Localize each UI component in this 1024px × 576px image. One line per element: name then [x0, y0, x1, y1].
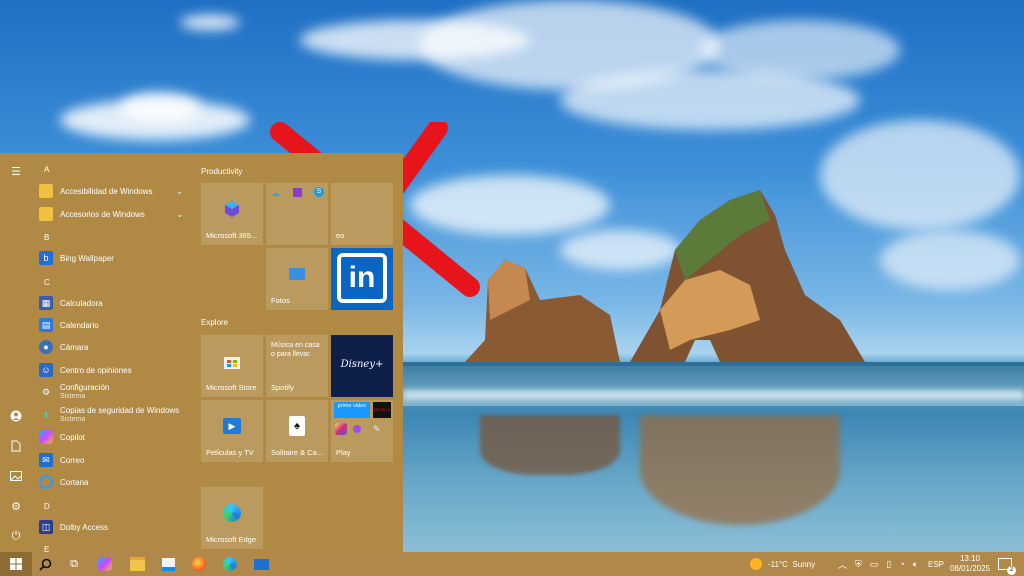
app-calculadora[interactable]: ▦ Calculadora	[39, 293, 189, 313]
app-accesibilidad[interactable]: Accesibilidad de Windows ⌄	[39, 181, 189, 201]
folder-icon	[39, 207, 53, 221]
mail-taskbar-icon[interactable]	[252, 555, 270, 573]
tile-solitaire[interactable]: ♠ Solitaire & Ca...	[266, 400, 328, 462]
copilot-taskbar-icon[interactable]	[96, 555, 114, 573]
tile-spotify[interactable]: Música en casa o para llevar. Spotify	[266, 335, 328, 397]
start-menu: ☰ ⚙ ⏻ A Accesibilidad de Windows ⌄ Acces…	[0, 153, 403, 552]
photos-icon	[289, 268, 305, 281]
chevron-down-icon[interactable]: ⌄	[176, 187, 183, 196]
bing-icon: b	[39, 251, 53, 265]
letter-header-b[interactable]: B	[44, 233, 49, 242]
tile-group-explore[interactable]: Explore	[201, 318, 228, 327]
task-view-icon[interactable]: ⧉	[65, 555, 83, 573]
feedback-icon: ☺	[39, 363, 53, 377]
tile-play[interactable]: prime video NETFLIX ✎ Play	[331, 400, 393, 462]
tile-office-apps[interactable]: ☁ S	[266, 183, 328, 245]
search-icon[interactable]	[36, 555, 54, 573]
app-correo[interactable]: ✉ Correo	[39, 450, 189, 470]
onedrive-icon: ☁	[271, 188, 280, 198]
start-button[interactable]	[0, 552, 32, 576]
start-rail: ☰ ⚙ ⏻	[0, 153, 31, 552]
tile-microsoft365[interactable]: Microsoft 365...	[201, 183, 263, 245]
onenote-icon	[293, 188, 302, 197]
clock[interactable]: 13:10 08/01/2025	[950, 552, 990, 576]
tile-fotos[interactable]: Fotos	[266, 248, 328, 310]
cortana-icon	[39, 475, 53, 489]
app-list: A Accesibilidad de Windows ⌄ Accesorios …	[31, 153, 194, 552]
app-calendario[interactable]: ▤ Calendario	[39, 315, 189, 335]
power-icon[interactable]: ⏻	[8, 528, 24, 544]
chevron-down-icon[interactable]: ⌄	[176, 210, 183, 219]
app-bing-wallpaper[interactable]: b Bing Wallpaper	[39, 248, 189, 268]
volume-icon[interactable]: 🔈︎	[913, 559, 918, 570]
documents-icon[interactable]	[8, 438, 24, 454]
store-icon	[224, 357, 240, 370]
security-icon[interactable]: ⛨	[855, 559, 862, 570]
calendar-icon: ▤	[39, 318, 53, 332]
tile-video[interactable]: eo	[331, 183, 393, 245]
tile-group-productivity[interactable]: Productivity	[201, 167, 242, 176]
settings-gear-icon[interactable]: ⚙	[8, 498, 24, 514]
hamburger-menu-icon[interactable]: ☰	[8, 163, 24, 179]
edge-taskbar-icon[interactable]	[221, 555, 239, 573]
pen-icon: ✎	[373, 424, 381, 434]
app-dolby-access[interactable]: ◫ Dolby Access	[39, 517, 189, 537]
calculator-icon: ▦	[39, 296, 53, 310]
letter-header-c[interactable]: C	[44, 278, 50, 287]
solitaire-icon: ♠	[289, 416, 305, 437]
tile-microsoft-edge[interactable]: Microsoft Edge	[201, 487, 263, 549]
camera-icon: ●	[39, 340, 53, 354]
weather-widget[interactable]: -11°C Sunny	[750, 552, 815, 576]
prime-video-icon: prime video	[334, 402, 370, 418]
gear-icon: ⚙	[41, 386, 51, 397]
firefox-icon[interactable]	[190, 555, 208, 573]
tile-linkedin[interactable]: in	[331, 248, 393, 310]
linkedin-icon: in	[337, 253, 387, 303]
app-camara[interactable]: ● Cámara	[39, 337, 189, 357]
tile-peliculas-tv[interactable]: ▶ Películas y TV	[201, 400, 263, 462]
edge-icon	[223, 504, 241, 523]
disney-logo: Disney+	[340, 359, 384, 370]
user-account-icon[interactable]	[8, 408, 24, 424]
app-icon	[353, 425, 361, 433]
pictures-icon[interactable]	[8, 468, 24, 484]
app-copias-seguridad[interactable]: ⬆ Copias de seguridad de Windows Sistema	[39, 405, 189, 425]
letter-header-a[interactable]: A	[44, 165, 49, 174]
dolby-icon: ◫	[39, 520, 53, 534]
mail-icon: ✉	[39, 453, 53, 467]
rock-formation	[465, 190, 865, 362]
notification-badge: 2	[1007, 566, 1016, 575]
app-copilot[interactable]: Copilot	[39, 427, 189, 447]
skype-icon: S	[314, 187, 324, 197]
folder-icon	[39, 184, 53, 198]
microsoft365-icon	[225, 201, 239, 218]
chevron-up-icon[interactable]: ︿	[838, 558, 847, 571]
tile-microsoft-store[interactable]: Microsoft Store	[201, 335, 263, 397]
language-indicator[interactable]: ESP	[928, 552, 944, 576]
windows-logo-icon	[10, 558, 22, 570]
sun-icon	[750, 558, 762, 570]
letter-header-d[interactable]: D	[44, 502, 50, 511]
app-cortana[interactable]: Cortana	[39, 472, 189, 492]
copilot-icon	[39, 430, 53, 444]
notification-center-icon[interactable]: 2	[998, 552, 1016, 576]
store-taskbar-icon[interactable]	[159, 555, 177, 573]
app-configuracion[interactable]: ⚙ Configuración Sistema	[39, 382, 189, 402]
app-accesorios[interactable]: Accesorios de Windows ⌄	[39, 204, 189, 224]
system-tray: ︿ ⛨ ▭ ▯ ◔ 🔈︎	[838, 552, 918, 576]
movies-icon: ▶	[223, 418, 241, 435]
instagram-icon	[335, 423, 347, 435]
taskbar: ⧉ -11°C Sunny ︿ ⛨ ▭ ▯ ◔ 🔈︎ ESP 13:10 08/…	[0, 552, 1024, 576]
device-icon[interactable]: ▭	[870, 559, 879, 570]
network-icon[interactable]: ◔	[899, 559, 904, 569]
backup-icon: ⬆	[42, 409, 50, 420]
file-explorer-icon[interactable]	[128, 555, 146, 573]
letter-header-e[interactable]: E	[44, 545, 49, 552]
tile-disney-plus[interactable]: Disney+	[331, 335, 393, 397]
battery-icon[interactable]: ▯	[886, 559, 891, 570]
app-centro-opiniones[interactable]: ☺ Centro de opiniones	[39, 360, 189, 380]
netflix-icon: NETFLIX	[373, 402, 391, 418]
